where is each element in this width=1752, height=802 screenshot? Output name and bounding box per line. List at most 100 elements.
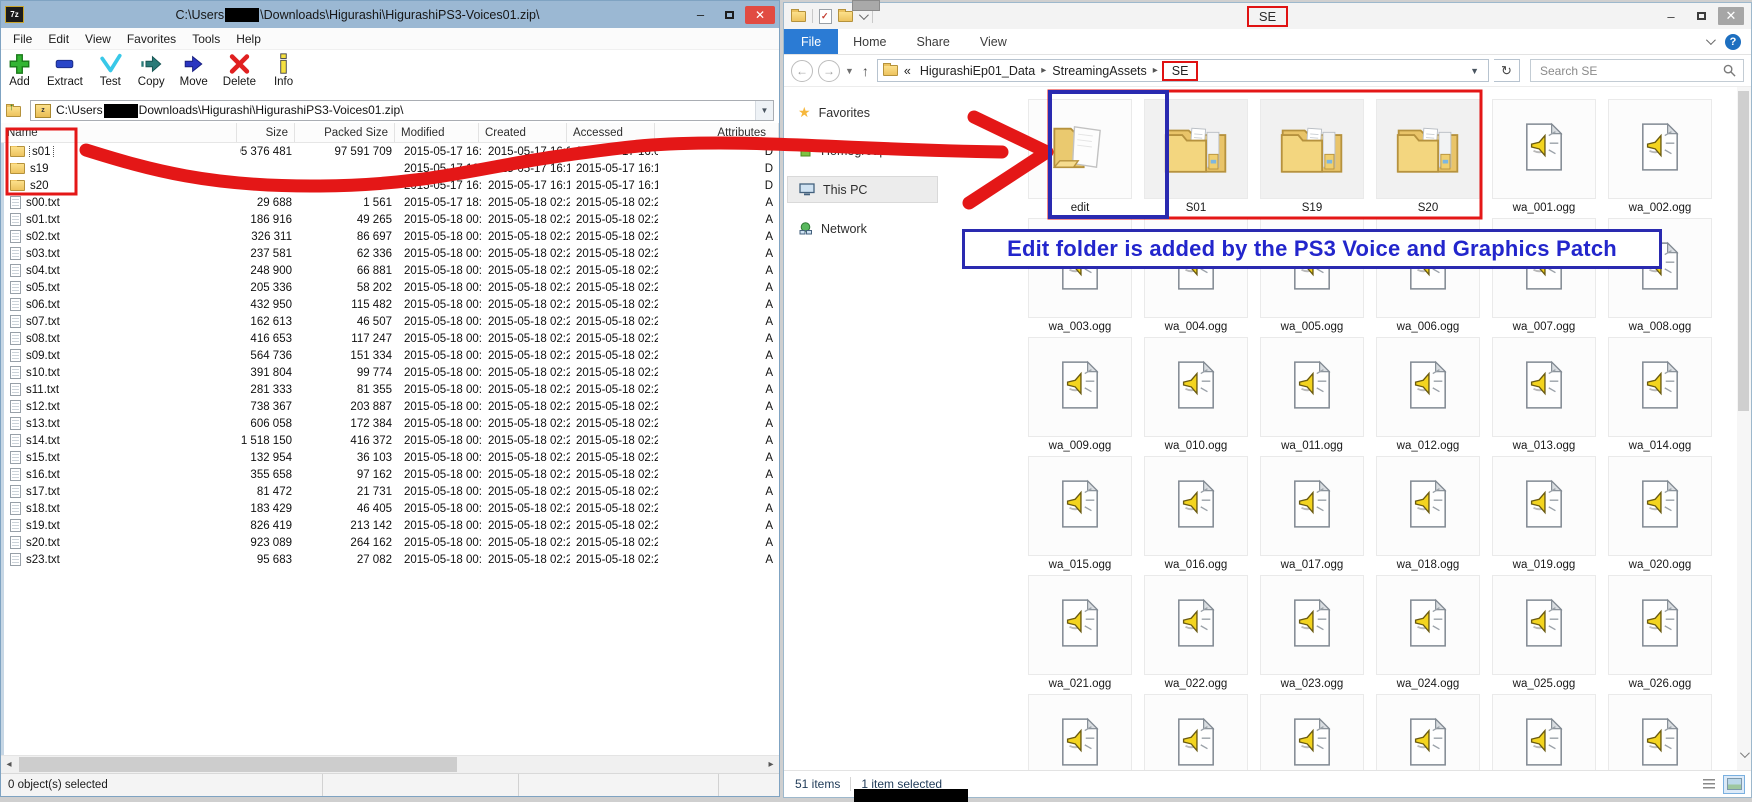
minimize-button[interactable]: – xyxy=(1658,7,1684,25)
file-tile[interactable]: wa_013.ogg xyxy=(1491,337,1597,456)
file-tile[interactable] xyxy=(1491,694,1597,770)
test-button[interactable]: Test xyxy=(98,52,123,88)
minimize-button[interactable]: – xyxy=(687,6,714,24)
table-row[interactable]: s08.txt 416 653 117 247 2015-05-18 00:32… xyxy=(4,330,779,347)
file-tile[interactable]: wa_025.ogg xyxy=(1491,575,1597,694)
forward-button[interactable]: → xyxy=(818,60,840,82)
scroll-right-arrow[interactable]: ▸ xyxy=(763,757,779,772)
file-tile[interactable] xyxy=(1375,694,1481,770)
details-view-button[interactable] xyxy=(1698,775,1720,794)
table-row[interactable]: s19.txt 826 419 213 142 2015-05-18 00:32… xyxy=(4,517,779,534)
column-header-size[interactable]: Size xyxy=(237,123,295,142)
breadcrumb-item[interactable]: HigurashiEp01_Data xyxy=(917,64,1038,78)
file-tile[interactable]: wa_023.ogg xyxy=(1259,575,1365,694)
copy-button[interactable]: Copy xyxy=(138,52,165,88)
file-tile[interactable]: wa_024.ogg xyxy=(1375,575,1481,694)
sidebar-item-network[interactable]: Network xyxy=(784,216,941,241)
file-list-pane[interactable]: edit S01 S19 S20 wa_001.ogg wa_002.ogg w… xyxy=(941,87,1737,770)
table-row[interactable]: s23.txt 95 683 27 082 2015-05-18 00:32 2… xyxy=(4,551,779,568)
file-tile[interactable]: wa_011.ogg xyxy=(1259,337,1365,456)
file-tile[interactable]: wa_021.ogg xyxy=(1027,575,1133,694)
scrollbar-thumb[interactable] xyxy=(1738,91,1749,411)
tab-home[interactable]: Home xyxy=(838,29,901,54)
table-row[interactable]: s10.txt 391 804 99 774 2015-05-18 00:32 … xyxy=(4,364,779,381)
table-row[interactable]: s09.txt 564 736 151 334 2015-05-18 00:32… xyxy=(4,347,779,364)
tab-share[interactable]: Share xyxy=(902,29,965,54)
sidebar-item-favorites[interactable]: ★ Favorites xyxy=(784,100,941,125)
table-row[interactable]: s02.txt 326 311 86 697 2015-05-18 00:32 … xyxy=(4,228,779,245)
column-header-attributes[interactable]: Attributes xyxy=(655,123,779,142)
table-row[interactable]: s00.txt 29 688 1 561 2015-05-17 18:15 20… xyxy=(4,194,779,211)
file-tile[interactable] xyxy=(1143,694,1249,770)
column-header-created[interactable]: Created xyxy=(479,123,567,142)
table-row[interactable]: s04.txt 248 900 66 881 2015-05-18 00:32 … xyxy=(4,262,779,279)
file-tile[interactable]: wa_022.ogg xyxy=(1143,575,1249,694)
file-tile[interactable]: wa_015.ogg xyxy=(1027,456,1133,575)
horizontal-scrollbar[interactable]: ◂ ▸ xyxy=(1,755,779,773)
properties-icon[interactable] xyxy=(819,9,832,24)
up-directory-button[interactable]: ↑ xyxy=(6,104,24,118)
search-box[interactable] xyxy=(1530,59,1744,82)
table-row[interactable]: s14.txt 1 518 150 416 372 2015-05-18 00:… xyxy=(4,432,779,449)
add-button[interactable]: Add xyxy=(7,52,32,88)
customize-qat-icon[interactable] xyxy=(859,10,869,20)
table-row[interactable]: s17.txt 81 472 21 731 2015-05-18 00:32 2… xyxy=(4,483,779,500)
sidebar-item-homegroup[interactable]: Homegroup xyxy=(784,138,941,163)
address-dropdown-icon[interactable]: ▼ xyxy=(1464,66,1485,76)
sidebar-item-this-pc[interactable]: This PC xyxy=(787,176,938,203)
menu-favorites[interactable]: Favorites xyxy=(121,32,186,46)
breadcrumb-overflow[interactable]: « xyxy=(901,64,914,78)
sevenzip-address-input[interactable]: z C:\UsersDownloads\Higurashi\HigurashiP… xyxy=(30,100,774,121)
table-row[interactable]: s15.txt 132 954 36 103 2015-05-18 00:32 … xyxy=(4,449,779,466)
file-tile[interactable]: edit xyxy=(1027,99,1133,218)
new-folder-icon[interactable] xyxy=(838,11,853,22)
file-tile[interactable] xyxy=(1259,694,1365,770)
table-row[interactable]: s11.txt 281 333 81 355 2015-05-18 00:32 … xyxy=(4,381,779,398)
table-row[interactable]: s01.txt 186 916 49 265 2015-05-18 00:32 … xyxy=(4,211,779,228)
sevenzip-file-list[interactable]: s01 105 376 481 97 591 709 2015-05-17 16… xyxy=(1,143,779,755)
file-tile[interactable]: wa_010.ogg xyxy=(1143,337,1249,456)
info-button[interactable]: Info xyxy=(271,52,296,88)
file-tile[interactable]: wa_020.ogg xyxy=(1607,456,1713,575)
breadcrumb-item[interactable]: StreamingAssets xyxy=(1049,64,1149,78)
column-header-accessed[interactable]: Accessed xyxy=(567,123,655,142)
search-input[interactable] xyxy=(1538,63,1723,79)
maximize-button[interactable] xyxy=(1688,7,1714,25)
table-row[interactable]: s06.txt 432 950 115 482 2015-05-18 00:32… xyxy=(4,296,779,313)
address-dropdown-button[interactable]: ▼ xyxy=(755,101,773,120)
scroll-left-arrow[interactable]: ◂ xyxy=(1,757,17,772)
close-button[interactable]: ✕ xyxy=(1718,7,1744,25)
back-button[interactable]: ← xyxy=(791,60,813,82)
menu-view[interactable]: View xyxy=(79,32,121,46)
sevenzip-titlebar[interactable]: 7z C:\Users\Downloads\Higurashi\Higurash… xyxy=(1,1,779,28)
file-tile[interactable] xyxy=(1027,694,1133,770)
file-tile[interactable]: wa_016.ogg xyxy=(1143,456,1249,575)
large-icons-view-button[interactable] xyxy=(1723,775,1745,794)
breadcrumb-item-current[interactable]: SE xyxy=(1162,61,1199,81)
up-button[interactable]: ↑ xyxy=(859,63,872,79)
file-tile[interactable]: wa_002.ogg xyxy=(1607,99,1713,218)
expand-ribbon-icon[interactable] xyxy=(1706,35,1716,45)
address-bar[interactable]: « HigurashiEp01_Data ▸ StreamingAssets ▸… xyxy=(877,59,1489,82)
move-button[interactable]: Move xyxy=(180,52,208,88)
file-tile[interactable]: wa_026.ogg xyxy=(1607,575,1713,694)
table-row[interactable]: s20 580 093 725 543 383 966 2015-05-17 1… xyxy=(4,177,779,194)
tab-file[interactable]: File xyxy=(784,29,838,54)
column-header-packed-size[interactable]: Packed Size xyxy=(295,123,395,142)
scrollbar-thumb[interactable] xyxy=(19,757,457,772)
table-row[interactable]: s19 2015-05-17 16:15 2015-05-17 16:14 20… xyxy=(4,160,779,177)
tab-view[interactable]: View xyxy=(965,29,1022,54)
table-row[interactable]: s05.txt 205 336 58 202 2015-05-18 00:32 … xyxy=(4,279,779,296)
close-button[interactable]: ✕ xyxy=(745,6,775,24)
explorer-titlebar[interactable]: SE – ✕ xyxy=(784,3,1751,29)
refresh-button[interactable]: ↻ xyxy=(1494,59,1520,82)
file-tile[interactable]: wa_019.ogg xyxy=(1491,456,1597,575)
menu-edit[interactable]: Edit xyxy=(42,32,79,46)
recent-locations-icon[interactable]: ▼ xyxy=(845,66,854,76)
column-header-modified[interactable]: Modified xyxy=(395,123,479,142)
table-row[interactable]: s13.txt 606 058 172 384 2015-05-18 00:32… xyxy=(4,415,779,432)
table-row[interactable]: s03.txt 237 581 62 336 2015-05-18 00:32 … xyxy=(4,245,779,262)
file-tile[interactable]: S20 xyxy=(1375,99,1481,218)
file-tile[interactable]: wa_014.ogg xyxy=(1607,337,1713,456)
table-row[interactable]: s18.txt 183 429 46 405 2015-05-18 00:32 … xyxy=(4,500,779,517)
